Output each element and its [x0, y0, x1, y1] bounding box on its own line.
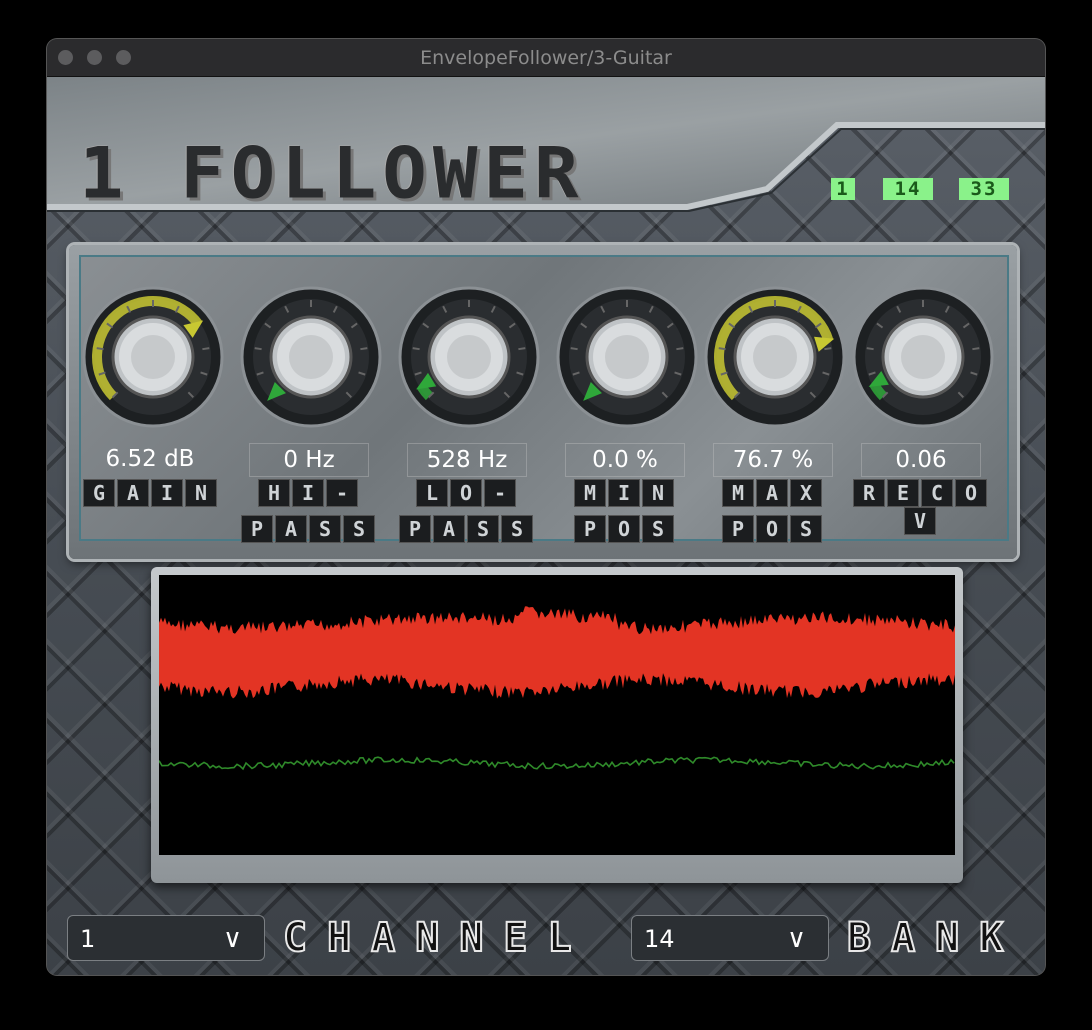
- rotary-knob[interactable]: [851, 285, 995, 429]
- diamond-plate-panel: 1 FOLLOWER 1 14 33 6.52 dB G A I N 0 Hz H I - P A S…: [47, 77, 1045, 975]
- envelope-line: [158, 756, 955, 771]
- bank-select[interactable]: 14 ∨: [631, 915, 829, 961]
- knob-4: 0.0 % M I N P O S: [551, 285, 701, 555]
- envelope-scope: [158, 575, 955, 855]
- scope-frame: [151, 567, 963, 883]
- rotary-knob[interactable]: [555, 285, 699, 429]
- chevron-down-icon: ∨: [222, 924, 242, 954]
- knob-3: 528 Hz L O - P A S S: [393, 285, 543, 555]
- knob-label: GAIN: [77, 479, 223, 507]
- knob-5: 76.7 % M A X P O S: [699, 285, 849, 555]
- waveform-plot: [158, 606, 955, 771]
- knob-6: 0.06 R E C OV: [847, 285, 997, 555]
- knob-label: POS: [551, 515, 697, 543]
- knob-label: PASS: [393, 515, 539, 543]
- knob-value: 76.7 %: [713, 443, 833, 477]
- bank-select-value: 14: [644, 925, 675, 953]
- rotary-knob[interactable]: [81, 285, 225, 429]
- plugin-window: EnvelopeFollower/3-Guitar 1 FOLLOWER 1 1…: [47, 39, 1045, 975]
- knob-label: HI-: [235, 479, 381, 507]
- knob-label: MAX: [699, 479, 845, 507]
- knob-1: 6.52 dB G A I N: [77, 285, 227, 555]
- knob-2: 0 Hz H I - P A S S: [235, 285, 385, 555]
- knob-label: PASS: [235, 515, 381, 543]
- channel-select-value: 1: [80, 925, 96, 953]
- knob-label: R E C OV: [847, 479, 993, 535]
- chevron-down-icon: ∨: [786, 924, 806, 954]
- signal-waveform: [159, 606, 955, 699]
- channel-select[interactable]: 1 ∨: [67, 915, 265, 961]
- knob-value: 0.0 %: [565, 443, 685, 477]
- knob-row: 6.52 dB G A I N 0 Hz H I - P A S S 528 Hz L O - P A S S 0.0 %…: [47, 115, 1045, 585]
- bottom-bar: 1 ∨ CHANNEL 14 ∨ BANK: [47, 914, 1045, 965]
- bank-label: BANK: [846, 914, 1024, 962]
- rotary-knob[interactable]: [397, 285, 541, 429]
- rotary-knob[interactable]: [703, 285, 847, 429]
- knob-value: 6.52 dB: [105, 446, 195, 472]
- knob-label: POS: [699, 515, 845, 543]
- knob-label: MIN: [551, 479, 697, 507]
- knob-value: 528 Hz: [407, 443, 527, 477]
- window-title: EnvelopeFollower/3-Guitar: [420, 47, 672, 69]
- title-bar: EnvelopeFollower/3-Guitar: [47, 39, 1045, 77]
- rotary-knob[interactable]: [239, 285, 383, 429]
- knob-value: 0.06: [861, 443, 981, 477]
- knob-value: 0 Hz: [249, 443, 369, 477]
- knob-label: LO-: [393, 479, 539, 507]
- channel-label: CHANNEL: [282, 914, 592, 962]
